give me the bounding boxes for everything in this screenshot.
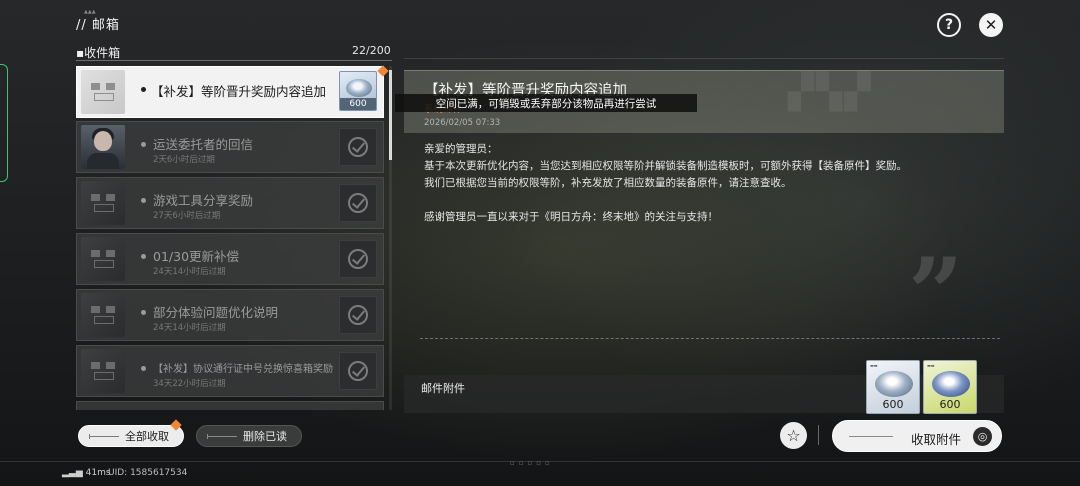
mail-expiry: 2天6小时后过期 bbox=[153, 155, 215, 165]
claim-attachments-button[interactable]: 收取附件 ◎ bbox=[832, 420, 1002, 452]
mail-thumbnail bbox=[81, 237, 125, 281]
check-icon bbox=[348, 305, 368, 325]
sender-avatar bbox=[81, 125, 125, 169]
check-icon bbox=[348, 249, 368, 269]
mail-thumbnail bbox=[81, 349, 125, 393]
check-icon bbox=[348, 361, 368, 381]
user-uid: UID: 1585617534 bbox=[108, 468, 188, 478]
help-icon[interactable]: ? bbox=[937, 13, 961, 37]
bullet-icon bbox=[141, 310, 146, 315]
divider bbox=[76, 60, 392, 61]
claimed-status bbox=[339, 184, 377, 222]
detail-body: 亲爱的管理员： 基于本次更新优化内容，当您达到相应权限等阶并解锁装备制造模板时，… bbox=[424, 141, 994, 226]
reward-qty: 600 bbox=[340, 98, 376, 110]
delete-read-button[interactable]: 删除已读 bbox=[196, 425, 302, 447]
mail-thumbnail bbox=[81, 70, 125, 114]
arrow-line-icon bbox=[89, 434, 119, 439]
side-tab-edge[interactable] bbox=[0, 64, 8, 182]
list-scrollbar-thumb[interactable] bbox=[389, 70, 392, 160]
quote-icon: ” bbox=[908, 237, 964, 350]
mail-item[interactable]: 【补发】协议通行证中号兑换惊喜箱奖励 34天22小时后过期 bbox=[76, 345, 384, 397]
bullet-icon bbox=[141, 87, 146, 92]
dashed-divider bbox=[420, 338, 1000, 339]
inventory-full-toast: 空间已满，可销毁或丢弃部分该物品再进行尝试 bbox=[395, 94, 697, 112]
page-title: // 邮箱 bbox=[76, 18, 120, 33]
endfield-logo-icon bbox=[88, 192, 118, 214]
detail-date: 2026/02/05 07:33 bbox=[424, 118, 501, 128]
attachment-item[interactable]: ▬▬ 600 bbox=[866, 360, 920, 414]
body-line: 亲爱的管理员： bbox=[424, 143, 498, 155]
attachment-qty: 600 bbox=[939, 398, 961, 411]
bullet-icon bbox=[141, 366, 146, 371]
claim-icon: ◎ bbox=[973, 427, 992, 446]
mail-expiry: 27天6小时后过期 bbox=[153, 211, 221, 221]
avatar-body bbox=[87, 153, 119, 169]
mail-item-active[interactable]: 【补发】等阶晋升奖励内容追加 600 bbox=[76, 66, 384, 118]
bullet-icon bbox=[141, 254, 146, 259]
mail-item[interactable]: 部分体验问题优化说明 24天14小时后过期 bbox=[76, 289, 384, 341]
attachments-label: 邮件附件 bbox=[421, 382, 465, 395]
mail-item[interactable]: 01/30更新补偿 24天14小时后过期 bbox=[76, 233, 384, 285]
body-line: 我们已根据您当前的权限等阶，补充发放了相应数量的装备原件，请注意查收。 bbox=[424, 177, 792, 189]
hud-line bbox=[404, 58, 1004, 59]
arrow-line-icon bbox=[849, 436, 893, 437]
avatar-head bbox=[94, 131, 112, 151]
mail-expiry: 34天22小时后过期 bbox=[153, 379, 226, 389]
bullet-icon bbox=[141, 198, 146, 203]
attachment-item[interactable]: ▬▬ 600 bbox=[923, 360, 977, 414]
claimed-status bbox=[339, 352, 377, 390]
bullet-icon bbox=[141, 142, 146, 147]
mail-expiry: 24天14小时后过期 bbox=[153, 267, 226, 277]
mail-list[interactable]: 【补发】等阶晋升奖励内容追加 600 运送委托者的回信 2天6小时后过期 游戏工… bbox=[76, 66, 386, 410]
mail-thumbnail bbox=[81, 293, 125, 337]
endfield-logo-icon bbox=[88, 360, 118, 382]
endfield-logo-icon bbox=[88, 248, 118, 270]
claim-all-label: 全部收取 bbox=[125, 430, 169, 443]
check-icon bbox=[348, 137, 368, 157]
arrow-line-icon bbox=[207, 434, 237, 439]
claim-all-button[interactable]: 全部收取 bbox=[78, 425, 184, 447]
claim-attachments-label: 收取附件 bbox=[911, 432, 962, 447]
mail-item[interactable] bbox=[76, 401, 384, 410]
mail-title: 【补发】等阶晋升奖励内容追加 bbox=[151, 84, 327, 99]
mail-title: 部分体验问题优化说明 bbox=[153, 305, 279, 320]
reward-item-icon: 600 bbox=[339, 71, 377, 111]
mail-title: 游戏工具分享奖励 bbox=[153, 193, 254, 208]
item-tag: ▬▬ bbox=[870, 363, 878, 368]
mail-item[interactable]: 运送委托者的回信 2天6小时后过期 bbox=[76, 121, 384, 173]
close-icon[interactable]: ✕ bbox=[979, 13, 1003, 37]
attachment-qty: 600 bbox=[882, 398, 904, 411]
brand-watermark: ▞▚▞ bbox=[788, 72, 873, 112]
ping-indicator: ▂▃▅ 41ms bbox=[62, 468, 111, 478]
inbox-label: ▪收件箱 bbox=[76, 46, 121, 60]
claimed-status bbox=[339, 296, 377, 334]
disk-icon bbox=[346, 79, 372, 97]
claimed-status bbox=[339, 240, 377, 278]
delete-read-label: 删除已读 bbox=[243, 430, 287, 443]
endfield-logo-icon bbox=[88, 81, 118, 103]
endfield-logo-icon bbox=[88, 304, 118, 326]
check-icon bbox=[348, 193, 368, 213]
decoration: ▫▫▫▫▫ bbox=[510, 459, 554, 467]
claimed-status bbox=[339, 128, 377, 166]
mail-title: 运送委托者的回信 bbox=[153, 137, 254, 152]
mail-title: 【补发】协议通行证中号兑换惊喜箱奖励 bbox=[153, 364, 333, 375]
mail-expiry: 24天14小时后过期 bbox=[153, 323, 226, 333]
mail-title: 01/30更新补偿 bbox=[153, 249, 240, 264]
mail-thumbnail bbox=[81, 181, 125, 225]
disk-icon bbox=[932, 371, 970, 397]
divider bbox=[818, 425, 819, 445]
mail-item[interactable]: 游戏工具分享奖励 27天6小时后过期 bbox=[76, 177, 384, 229]
body-line: 感谢管理员一直以来对于《明日方舟：终末地》的关注与支持！ bbox=[424, 211, 718, 223]
disk-icon bbox=[875, 371, 913, 397]
star-icon[interactable]: ☆ bbox=[780, 422, 807, 449]
body-line: 基于本次更新优化内容，当您达到相应权限等阶并解锁装备制造模板时，可额外获得【装备… bbox=[424, 160, 907, 172]
inbox-count: 22/200 bbox=[352, 44, 391, 57]
body-line bbox=[424, 192, 994, 209]
item-tag: ▬▬ bbox=[927, 363, 935, 368]
